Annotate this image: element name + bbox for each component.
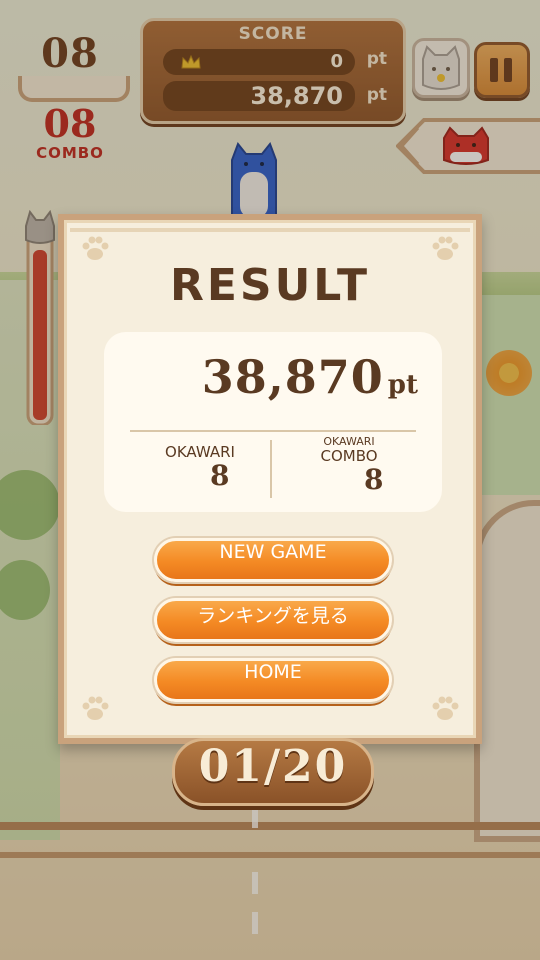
dialog-stripe	[70, 228, 470, 232]
ranking-button[interactable]: ランキングを見る	[154, 598, 392, 642]
result-summary-card: 38,870 pt OKAWARI 8 OKAWARI COMBO 8	[104, 332, 442, 512]
result-score-value: 38,870	[201, 350, 384, 404]
round-counter-value: 01/20	[198, 741, 348, 792]
new-game-button[interactable]: NEW GAME	[154, 538, 392, 582]
combo-stat: OKAWARI COMBO 8	[310, 436, 388, 496]
round-counter: 01/20	[172, 738, 374, 806]
okawari-stat-value: 8	[210, 459, 230, 492]
result-score-unit: pt	[387, 370, 418, 400]
result-score: 38,870 pt	[202, 350, 418, 404]
home-button[interactable]: HOME	[154, 658, 392, 702]
okawari-stat-label: OKAWARI	[165, 443, 235, 461]
divider	[130, 430, 416, 432]
paw-icon	[82, 696, 109, 720]
divider	[270, 440, 272, 498]
result-title: RESULT	[169, 260, 371, 311]
result-dialog: RESULT 38,870 pt OKAWARI 8 OKAWARI COMBO …	[58, 214, 482, 744]
paw-icon	[432, 696, 459, 720]
combo-stat-label: COMBO	[320, 447, 378, 465]
okawari-stat: OKAWARI 8	[150, 444, 250, 492]
combo-stat-value: 8	[364, 463, 384, 496]
